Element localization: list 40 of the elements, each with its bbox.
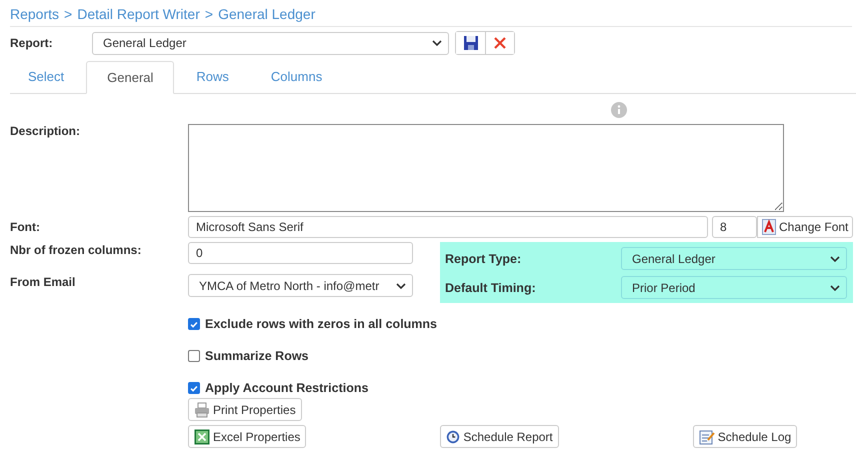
font-icon [762, 219, 776, 235]
checkbox-label: Apply Account Restrictions [205, 381, 368, 395]
close-icon [493, 36, 507, 50]
frozen-columns-field[interactable]: 0 [188, 242, 413, 264]
report-select[interactable]: General Ledger [92, 32, 449, 54]
font-size-field[interactable]: 8 [712, 216, 757, 238]
caret-icon [432, 40, 442, 46]
schedule-log-button[interactable]: Schedule Log [692, 425, 798, 448]
caret-icon [830, 256, 840, 262]
checkbox-label: Exclude rows with zeros in all columns [205, 317, 438, 331]
font-label: Font: [10, 220, 41, 234]
checkbox[interactable] [188, 318, 200, 330]
change-font-button[interactable]: Change Font [757, 216, 854, 238]
font-field[interactable]: Microsoft Sans Serif [188, 216, 708, 238]
printer-icon [194, 402, 210, 418]
from-email-select[interactable]: YMCA of Metro North - info@metr [188, 274, 413, 297]
notepad-icon [698, 428, 715, 444]
print-properties-button[interactable]: Print Properties [188, 398, 302, 421]
from-email-label: From Email [10, 274, 76, 290]
report-type-select[interactable]: General Ledger [621, 247, 847, 270]
caret-icon [830, 284, 840, 290]
default-timing-select[interactable]: Prior Period [621, 276, 847, 299]
breadcrumb-separator: > [204, 6, 214, 22]
checkbox-label: Summarize Rows [205, 349, 309, 363]
frozen-columns-label: Nbr of frozen columns: [10, 242, 142, 258]
tab[interactable]: General [86, 61, 174, 94]
report-type-label: Report Type: [445, 252, 522, 266]
delete-button[interactable] [485, 32, 514, 54]
spreadsheet-icon [194, 428, 210, 444]
checkbox[interactable] [188, 382, 200, 394]
excel-properties-button[interactable]: Excel Properties [188, 425, 306, 448]
breadcrumb-separator: > [64, 6, 72, 22]
report-label: Report: [10, 36, 54, 50]
description-label: Description: [10, 124, 82, 140]
clock-icon [446, 430, 460, 444]
schedule-report-button[interactable]: Schedule Report [440, 425, 559, 448]
caret-icon [396, 282, 406, 288]
checkbox[interactable] [188, 350, 200, 362]
default-timing-label: Default Timing: [445, 280, 536, 294]
description-field[interactable] [188, 124, 784, 212]
